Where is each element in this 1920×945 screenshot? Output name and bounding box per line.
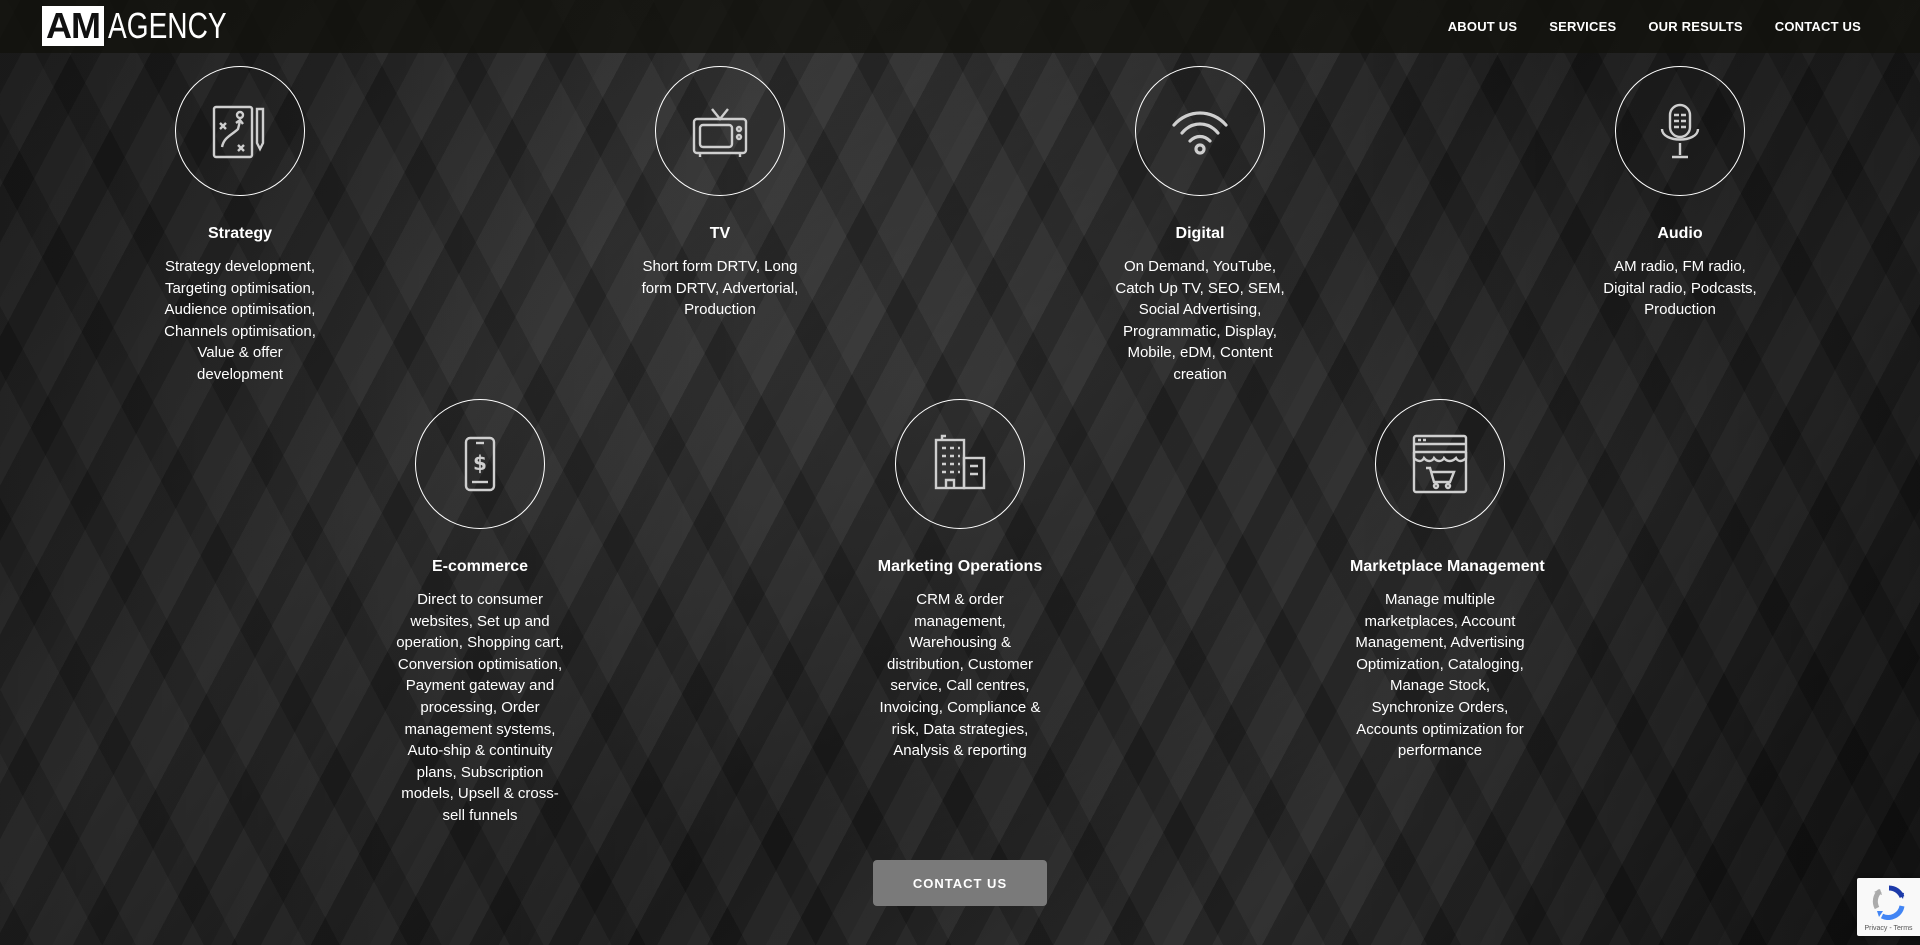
service-description: AM radio, FM radio, Digital radio, Podca… [1603, 258, 1757, 319]
service-strategy: Strategy Strategy development, Targeting… [150, 66, 330, 386]
nav-about-us[interactable]: ABOUT US [1448, 19, 1518, 34]
service-title: Marketing Operations [877, 558, 1043, 575]
recaptcha-badge[interactable]: Privacy - Terms [1857, 878, 1920, 936]
service-icon-circle [175, 66, 305, 196]
service-icon-circle: $ [415, 399, 545, 529]
service-icon-circle [655, 66, 785, 196]
service-icon-circle [1615, 66, 1745, 196]
service-title: TV [709, 225, 731, 242]
tv-icon [692, 108, 748, 157]
service-icon-circle [895, 399, 1025, 529]
nav-our-results[interactable]: OUR RESULTS [1648, 19, 1742, 34]
site-header: AM AGENCY ABOUT US SERVICES OUR RESULTS … [0, 0, 1920, 53]
service-icon-circle [1375, 399, 1505, 529]
service-description: Strategy development, Targeting optimisa… [164, 258, 316, 383]
service-description: On Demand, YouTube, Catch Up TV, SEO, SE… [1115, 258, 1285, 383]
service-description: CRM & order management, Warehousing & di… [879, 591, 1041, 760]
service-tv: TV Short form DRTV, Long form DRTV, Adve… [630, 66, 810, 321]
service-title: Audio [1657, 225, 1703, 242]
site-logo[interactable]: AM AGENCY [42, 6, 260, 46]
service-description: Short form DRTV, Long form DRTV, Adverto… [641, 258, 799, 319]
office-building-icon [934, 434, 986, 490]
service-digital: Digital On Demand, YouTube, Catch Up TV,… [1110, 66, 1290, 386]
recaptcha-icon [1872, 885, 1904, 920]
service-icon-circle [1135, 66, 1265, 196]
service-description: Manage multiple marketplaces, Account Ma… [1355, 591, 1525, 760]
service-marketing-operations: Marketing Operations CRM & order managem… [870, 399, 1050, 762]
storefront-cart-icon [1412, 434, 1468, 494]
service-title: Strategy [207, 225, 273, 242]
service-title: Marketplace Management [1350, 558, 1545, 575]
nav-services[interactable]: SERVICES [1549, 19, 1616, 34]
logo-am: AM [42, 6, 104, 46]
service-marketplace-management: Marketplace Management Manage multiple m… [1350, 399, 1545, 762]
main-nav: ABOUT US SERVICES OUR RESULTS CONTACT US [1448, 0, 1861, 53]
service-audio: Audio AM radio, FM radio, Digital radio,… [1590, 66, 1770, 321]
nav-contact-us[interactable]: CONTACT US [1775, 19, 1861, 34]
service-title: E-commerce [431, 558, 529, 575]
svg-text:$: $ [473, 451, 487, 475]
strategy-playbook-icon [212, 105, 265, 159]
service-ecommerce: $ E-commerce Direct to consumer websites… [390, 399, 570, 827]
contact-us-button[interactable]: CONTACT US [873, 860, 1047, 906]
service-description: Direct to consumer websites, Set up and … [396, 591, 564, 824]
wifi-icon [1172, 111, 1228, 155]
service-title: Digital [1175, 225, 1225, 242]
microphone-icon [1660, 103, 1700, 159]
recaptcha-links[interactable]: Privacy - Terms [1857, 925, 1920, 932]
logo-agency: AGENCY [108, 5, 227, 46]
mobile-dollar-icon: $ [464, 436, 496, 492]
